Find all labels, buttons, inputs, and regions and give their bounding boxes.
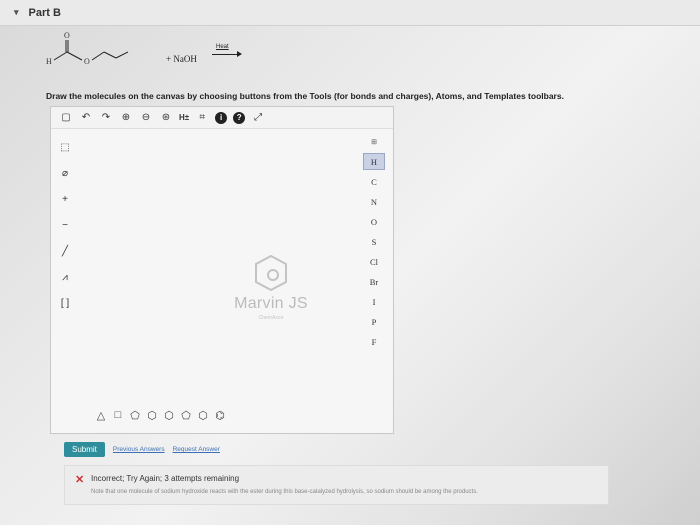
atom-cl-button[interactable]: Cl (363, 253, 385, 270)
reaction-arrow (212, 51, 242, 57)
feedback-note: Note that one molecule of sodium hydroxi… (91, 489, 478, 495)
undo-icon[interactable]: ↶ (79, 111, 93, 125)
cyclopentene-template-icon[interactable]: ⬠ (180, 409, 192, 422)
cyclohexane-template-icon[interactable]: ⬡ (146, 409, 158, 422)
zoom-out-icon[interactable]: ⊖ (139, 111, 153, 125)
templates-toolbar: △ □ ⬠ ⬡ ⬡ ⬠ ⬡ ⌬ (87, 407, 287, 423)
chemaxon-text: ChemAxon (258, 315, 284, 321)
top-toolbar: ▢ ↶ ↷ ⊕ ⊖ ⊛ H± ⌗ i ? ⤢ (51, 107, 393, 129)
fullscreen-icon[interactable]: ⤢ (251, 111, 265, 125)
2d-clean-icon[interactable]: ⌗ (195, 111, 209, 125)
actions-row: Submit Previous Answers Request Answer (64, 442, 220, 457)
cyclooctane-template-icon[interactable]: ⬡ (197, 409, 209, 422)
atom-p-button[interactable]: P (363, 313, 385, 330)
chain-tool-icon[interactable]: ⩘ (57, 269, 73, 285)
part-title: Part B (28, 6, 61, 19)
request-answer-link[interactable]: Request Answer (173, 446, 220, 453)
minus-charge-icon[interactable]: − (57, 217, 73, 233)
drawing-canvas[interactable]: Marvin JS ChemAxon (79, 131, 359, 401)
atom-o-button[interactable]: O (363, 213, 385, 230)
periodic-table-icon[interactable]: ⊞ (363, 133, 385, 150)
carbonyl-oxygen-label: O (64, 31, 70, 40)
single-bond-icon[interactable]: ╱ (57, 243, 73, 259)
submit-button[interactable]: Submit (64, 442, 105, 457)
atom-f-button[interactable]: F (363, 333, 385, 350)
hydrogen-label: H (46, 57, 52, 66)
help-icon[interactable]: ? (233, 111, 246, 124)
cyclobutane-template-icon[interactable]: □ (112, 409, 124, 421)
atom-s-button[interactable]: S (363, 233, 385, 250)
marvin-logo: Marvin JS ChemAxon (211, 253, 331, 353)
cycloheptane-template-icon[interactable]: ⬡ (163, 409, 175, 422)
redo-icon[interactable]: ↷ (99, 111, 113, 125)
condition-label: Heat (216, 44, 229, 50)
benzene-template-icon[interactable]: ⌬ (214, 409, 226, 422)
feedback-panel: ✕ Incorrect; Try Again; 3 attempts remai… (64, 465, 609, 505)
reagent-label: + NaOH (166, 54, 197, 64)
cyclopentane-template-icon[interactable]: ⬠ (129, 409, 141, 422)
marvin-editor[interactable]: ▢ ↶ ↷ ⊕ ⊖ ⊛ H± ⌗ i ? ⤢ ⬚ ⌀ + − ╱ ⩘ [ ] M… (50, 106, 394, 434)
eraser-icon[interactable]: ⌀ (57, 165, 73, 181)
reaction-scheme: O H O + NaOH Heat (40, 31, 280, 72)
feedback-title: Incorrect; Try Again; 3 attempts remaini… (91, 474, 240, 483)
marvin-brand-text: Marvin JS (234, 295, 308, 312)
part-header[interactable]: ▾ Part B (0, 0, 700, 26)
select-tool-icon[interactable]: ⬚ (57, 139, 73, 155)
ester-oxygen-label: O (84, 57, 90, 66)
ester-structure (53, 40, 129, 61)
atom-n-button[interactable]: N (363, 193, 385, 210)
plus-charge-icon[interactable]: + (57, 191, 73, 207)
cyclopropane-template-icon[interactable]: △ (95, 409, 107, 422)
left-toolbar: ⬚ ⌀ + − ╱ ⩘ [ ] (55, 135, 75, 395)
previous-answers-link[interactable]: Previous Answers (113, 446, 165, 453)
atom-h-button[interactable]: H (363, 153, 385, 170)
marvin-hexagon-icon (255, 254, 287, 292)
atoms-toolbar: ⊞ H C N O S Cl Br I P F (361, 133, 387, 359)
atom-c-button[interactable]: C (363, 173, 385, 190)
collapse-caret-icon[interactable]: ▾ (14, 7, 19, 18)
info-icon[interactable]: i (215, 111, 228, 124)
atom-i-button[interactable]: I (363, 293, 385, 310)
new-document-icon[interactable]: ▢ (59, 111, 73, 125)
zoom-in-icon[interactable]: ⊕ (119, 111, 133, 125)
bracket-tool-icon[interactable]: [ ] (57, 295, 73, 311)
incorrect-x-icon: ✕ (75, 474, 85, 486)
zoom-fit-icon[interactable]: ⊛ (159, 111, 173, 125)
hydrogen-toggle-button[interactable]: H± (179, 111, 189, 125)
instructions-text: Draw the molecules on the canvas by choo… (46, 91, 564, 101)
atom-br-button[interactable]: Br (363, 273, 385, 290)
